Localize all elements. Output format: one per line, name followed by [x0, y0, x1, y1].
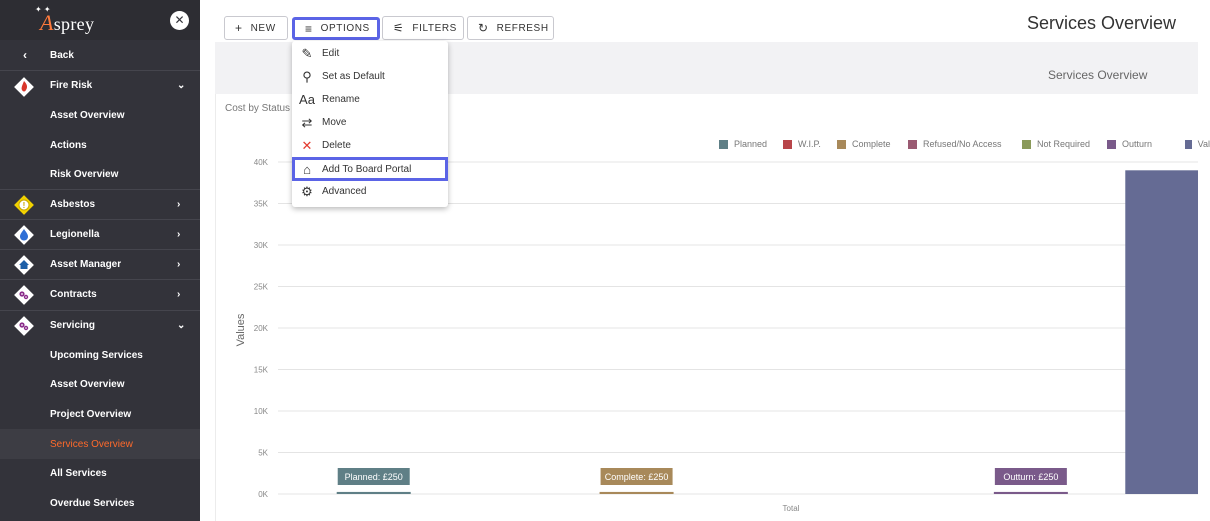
- sidebar-back-button[interactable]: ‹ Back: [0, 40, 200, 70]
- options-menu: ✎ Edit ⚲ Set as Default Aa Rename ⇄ Move…: [292, 41, 448, 207]
- bar-planned[interactable]: [336, 491, 411, 494]
- legend-swatch: [1185, 139, 1192, 149]
- y-tick-label: 10K: [254, 407, 269, 416]
- legend-item[interactable]: Not Required: [1022, 138, 1090, 150]
- filter-icon: ⚟: [393, 21, 405, 35]
- menu-icon: ≡: [305, 21, 313, 36]
- sidebar-item-all-services[interactable]: All Services: [0, 458, 200, 488]
- legend-item[interactable]: W.I.P.: [783, 138, 821, 150]
- pencil-icon: ✎: [301, 45, 313, 61]
- legend-swatch: [783, 139, 792, 149]
- droplet-icon: [14, 225, 34, 245]
- close-icon: ✕: [301, 137, 313, 153]
- close-sidebar-button[interactable]: ✕: [170, 11, 189, 30]
- chevron-down-icon: ⌄: [177, 80, 186, 91]
- svg-text:!: !: [23, 201, 26, 210]
- sidebar-item-actions[interactable]: Actions: [0, 130, 200, 160]
- sidebar-item-contracts[interactable]: Contracts ›: [0, 279, 200, 309]
- menu-item-move[interactable]: ⇄ Move: [292, 111, 448, 134]
- y-tick-label: 40K: [254, 158, 269, 167]
- menu-item-rename[interactable]: Aa Rename: [292, 88, 448, 111]
- menu-item-edit[interactable]: ✎ Edit: [292, 42, 448, 65]
- sidebar-item-upcoming-services[interactable]: Upcoming Services: [0, 340, 200, 370]
- legend-swatch: [1022, 139, 1031, 149]
- sidebar-item-fire-risk[interactable]: Fire Risk ⌄: [0, 70, 200, 100]
- legend-label: Not Required: [1037, 139, 1091, 149]
- legend-label: Complete: [852, 139, 891, 149]
- bar-complete[interactable]: [599, 491, 674, 494]
- legend-swatch: [1107, 139, 1116, 149]
- options-button[interactable]: ≡ OPTIONS: [292, 17, 380, 40]
- warning-icon: !: [14, 195, 34, 215]
- house-icon: [14, 255, 34, 275]
- x-axis-label: Total: [783, 504, 800, 513]
- chevron-left-icon: ‹: [23, 48, 27, 62]
- y-tick-label: 30K: [254, 241, 269, 250]
- sidebar-item-risk-overview[interactable]: Risk Overview: [0, 159, 200, 189]
- menu-item-set-as-default[interactable]: ⚲ Set as Default: [292, 65, 448, 88]
- logo-row: ✦ ✦ Asprey ✕: [0, 0, 200, 40]
- menu-item-advanced[interactable]: ⚙ Advanced: [292, 180, 448, 203]
- sidebar-item-asset-overview-servicing[interactable]: Asset Overview: [0, 369, 200, 399]
- chevron-right-icon: ›: [177, 229, 181, 240]
- bank-icon: ⌂: [303, 161, 311, 177]
- refresh-button[interactable]: ↻ REFRESH: [467, 16, 554, 40]
- y-tick-label: 25K: [254, 283, 269, 292]
- gears-icon: [14, 285, 34, 305]
- swap-icon: ⇄: [301, 114, 313, 130]
- sidebar-item-legionella[interactable]: Legionella ›: [0, 219, 200, 249]
- band-title: Services Overview: [1048, 68, 1148, 82]
- sidebar-item-services-overview[interactable]: Services Overview: [0, 429, 200, 459]
- chart-heading: Cost by Status: [225, 103, 291, 114]
- sidebar-item-asbestos[interactable]: ! Asbestos ›: [0, 189, 200, 219]
- page-title: Services Overview: [1027, 13, 1177, 33]
- legend-item[interactable]: Refused/No Access: [908, 138, 1002, 150]
- sidebar-item-servicing[interactable]: Servicing ⌄: [0, 310, 200, 340]
- chevron-down-icon: ⌄: [177, 320, 186, 331]
- legend-item[interactable]: Outturn: [1107, 138, 1152, 150]
- legend-swatch: [908, 139, 917, 149]
- gears-icon: [14, 316, 34, 336]
- legend-label: Planned: [734, 139, 768, 149]
- legend-label: Val: [1197, 139, 1210, 149]
- sidebar-item-overdue-services[interactable]: Overdue Services: [0, 488, 200, 518]
- y-tick-label: 15K: [254, 366, 269, 375]
- y-tick-label: 35K: [254, 200, 269, 209]
- plus-icon: +: [235, 21, 243, 35]
- fire-icon: [14, 77, 34, 97]
- menu-item-delete[interactable]: ✕ Delete: [292, 134, 448, 157]
- gear-icon: ⚙: [301, 183, 313, 199]
- sidebar: ✦ ✦ Asprey ✕ ‹ Back Fire Risk ⌄ Asset Ov…: [0, 0, 200, 521]
- sidebar-item-project-overview[interactable]: Project Overview: [0, 399, 200, 429]
- legend-item[interactable]: Complete: [837, 138, 891, 150]
- legend-label: Outturn: [1122, 139, 1153, 149]
- legend-item[interactable]: Planned: [719, 138, 767, 150]
- menu-item-add-to-board-portal[interactable]: ⌂ Add To Board Portal: [292, 157, 448, 181]
- data-label: Planned: £250: [345, 472, 403, 482]
- asprey-logo: Asprey: [40, 10, 95, 35]
- legend-label: Refused/No Access: [923, 139, 1002, 149]
- y-tick-label: 0K: [258, 490, 268, 499]
- text-icon: Aa: [299, 92, 315, 107]
- chevron-right-icon: ›: [177, 199, 181, 210]
- y-tick-label: 20K: [254, 324, 269, 333]
- pin-icon: ⚲: [302, 68, 312, 84]
- data-label: Complete: £250: [605, 472, 669, 482]
- legend-label: W.I.P.: [798, 139, 821, 149]
- refresh-icon: ↻: [478, 21, 489, 35]
- new-button[interactable]: + NEW: [224, 16, 288, 40]
- close-icon: ✕: [174, 13, 185, 27]
- chevron-right-icon: ›: [177, 259, 181, 270]
- bar-val[interactable]: [1125, 170, 1198, 495]
- chevron-right-icon: ›: [177, 289, 181, 300]
- legend-swatch: [837, 139, 846, 149]
- bar-outturn[interactable]: [993, 491, 1068, 494]
- y-tick-label: 5K: [258, 449, 268, 458]
- sidebar-item-asset-manager[interactable]: Asset Manager ›: [0, 249, 200, 279]
- legend-item[interactable]: Val: [1185, 138, 1210, 150]
- sidebar-item-asset-overview[interactable]: Asset Overview: [0, 100, 200, 130]
- y-axis-label: Values: [235, 313, 247, 346]
- data-label: Outturn: £250: [1003, 472, 1058, 482]
- legend-swatch: [719, 139, 728, 149]
